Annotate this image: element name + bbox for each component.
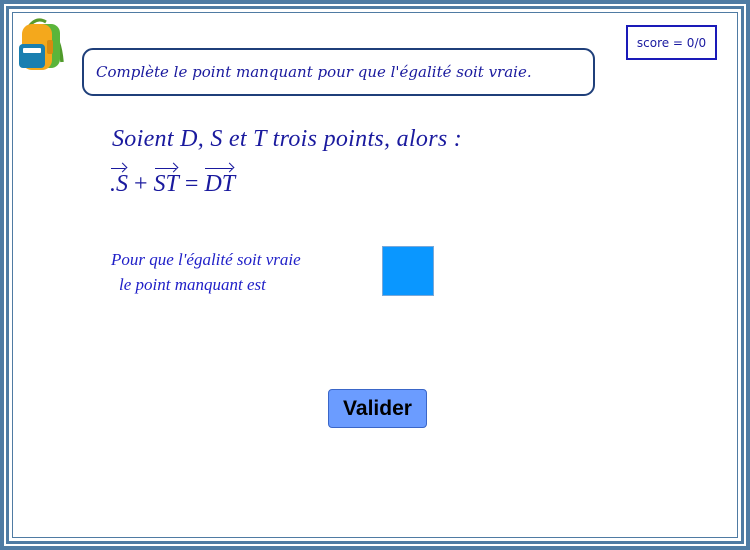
- validate-button[interactable]: Valider: [328, 389, 427, 428]
- vector-term-1: .S: [110, 162, 128, 198]
- answer-prompt: Pour que l'égalité soit vraie le point m…: [111, 247, 301, 297]
- equals-sign: =: [184, 171, 199, 197]
- problem-statement: Soient D, S et T trois points, alors :: [112, 126, 463, 152]
- answer-input-box[interactable]: [382, 246, 434, 296]
- plus-sign: +: [134, 171, 148, 197]
- backpack-icon: [19, 18, 64, 70]
- instruction-text: Complète le point manquant pour que l'ég…: [96, 63, 532, 81]
- score-display: score = 0/0: [626, 25, 717, 60]
- vector-term-2: ST: [154, 162, 179, 198]
- prompt-line-2: le point manquant est: [119, 275, 266, 294]
- vector-equation: .S + ST = DT: [110, 164, 235, 198]
- score-label: score = 0/0: [636, 35, 707, 50]
- vector-term-3: DT: [204, 162, 235, 198]
- prompt-line-1: Pour que l'égalité soit vraie: [111, 250, 301, 269]
- instruction-banner: Complète le point manquant pour que l'ég…: [82, 48, 595, 96]
